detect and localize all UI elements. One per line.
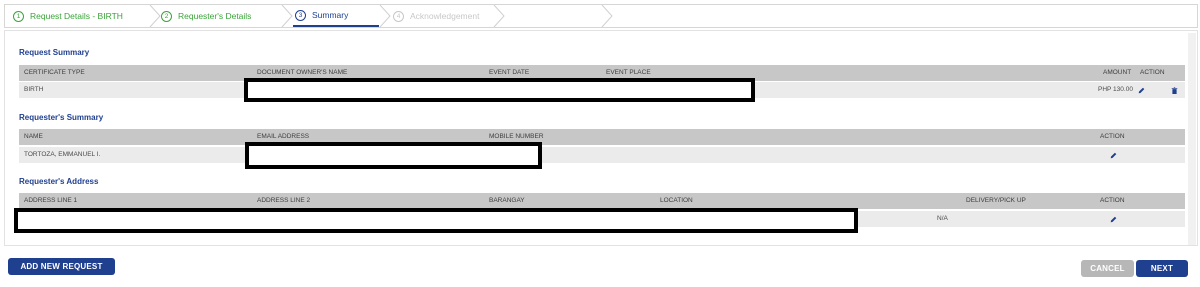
col-barangay: BARANGAY — [489, 197, 525, 204]
col-event-date: EVENT DATE — [489, 69, 530, 76]
wizard-stepper: 1 Request Details - BIRTH 2 Requester's … — [4, 4, 1198, 28]
step-label: Summary — [312, 10, 349, 20]
redaction-box — [14, 208, 858, 233]
step-label: Acknowledgement — [410, 11, 480, 21]
table-row: TORTOZA, EMMANUEL I. — [19, 147, 1185, 163]
chevron-right-icon — [149, 5, 161, 27]
col-delivery: DELIVERY/PICK UP — [966, 197, 1026, 204]
chevron-right-icon — [493, 5, 505, 27]
col-mobile: MOBILE NUMBER — [489, 133, 544, 140]
redaction-box — [245, 142, 542, 169]
step-summary[interactable]: 3 Summary — [293, 5, 379, 27]
page: 1 Request Details - BIRTH 2 Requester's … — [0, 0, 1200, 287]
requester-summary-header: NAME EMAIL ADDRESS MOBILE NUMBER ACTION — [19, 129, 1185, 145]
add-new-request-button[interactable]: ADD NEW REQUEST — [8, 258, 115, 275]
col-owner-name: DOCUMENT OWNER'S NAME — [257, 69, 348, 76]
section-title-requester-summary: Requester's Summary — [19, 113, 104, 122]
section-title-requester-address: Requester's Address — [19, 177, 99, 186]
pencil-icon[interactable] — [1108, 214, 1118, 224]
col-address-line-1: ADDRESS LINE 1 — [24, 197, 78, 204]
scrollbar[interactable] — [1188, 33, 1196, 245]
col-action: ACTION — [1100, 197, 1125, 204]
step-acknowledgement: 4 Acknowledgement — [393, 5, 479, 27]
col-amount: AMOUNT — [1103, 69, 1132, 76]
certificate-type-value: BIRTH — [24, 86, 44, 93]
col-location: LOCATION — [660, 197, 693, 204]
col-event-place: EVENT PLACE — [606, 69, 651, 76]
col-action: ACTION — [1140, 69, 1165, 76]
delivery-value: N/A — [937, 215, 948, 222]
step-number-1: 1 — [13, 10, 24, 22]
cancel-button[interactable]: CANCEL — [1081, 260, 1134, 277]
pencil-icon[interactable] — [1136, 85, 1146, 95]
col-address-line-2: ADDRESS LINE 2 — [257, 197, 311, 204]
section-title-request-summary: Request Summary — [19, 48, 90, 57]
col-action: ACTION — [1100, 133, 1125, 140]
redaction-box — [244, 78, 755, 102]
step-number-4: 4 — [393, 10, 404, 22]
chevron-right-icon — [379, 5, 391, 27]
step-requesters-details[interactable]: 2 Requester's Details — [161, 5, 251, 27]
requester-address-header: ADDRESS LINE 1 ADDRESS LINE 2 BARANGAY L… — [19, 193, 1185, 209]
col-email: EMAIL ADDRESS — [257, 133, 310, 140]
chevron-right-icon — [281, 5, 293, 27]
requester-name-value: TORTOZA, EMMANUEL I. — [24, 151, 101, 158]
col-certificate-type: CERTIFICATE TYPE — [24, 69, 85, 76]
amount-value: PHP 130.00 — [1098, 86, 1133, 93]
next-button[interactable]: NEXT — [1136, 260, 1188, 277]
step-number-3: 3 — [295, 9, 306, 21]
step-label: Request Details - BIRTH — [30, 11, 123, 21]
trash-icon[interactable] — [1169, 85, 1179, 95]
step-label: Requester's Details — [178, 11, 252, 21]
step-number-2: 2 — [161, 10, 172, 22]
step-request-details[interactable]: 1 Request Details - BIRTH — [13, 5, 123, 27]
pencil-icon[interactable] — [1108, 150, 1118, 160]
chevron-right-icon — [601, 5, 613, 27]
col-name: NAME — [24, 133, 43, 140]
